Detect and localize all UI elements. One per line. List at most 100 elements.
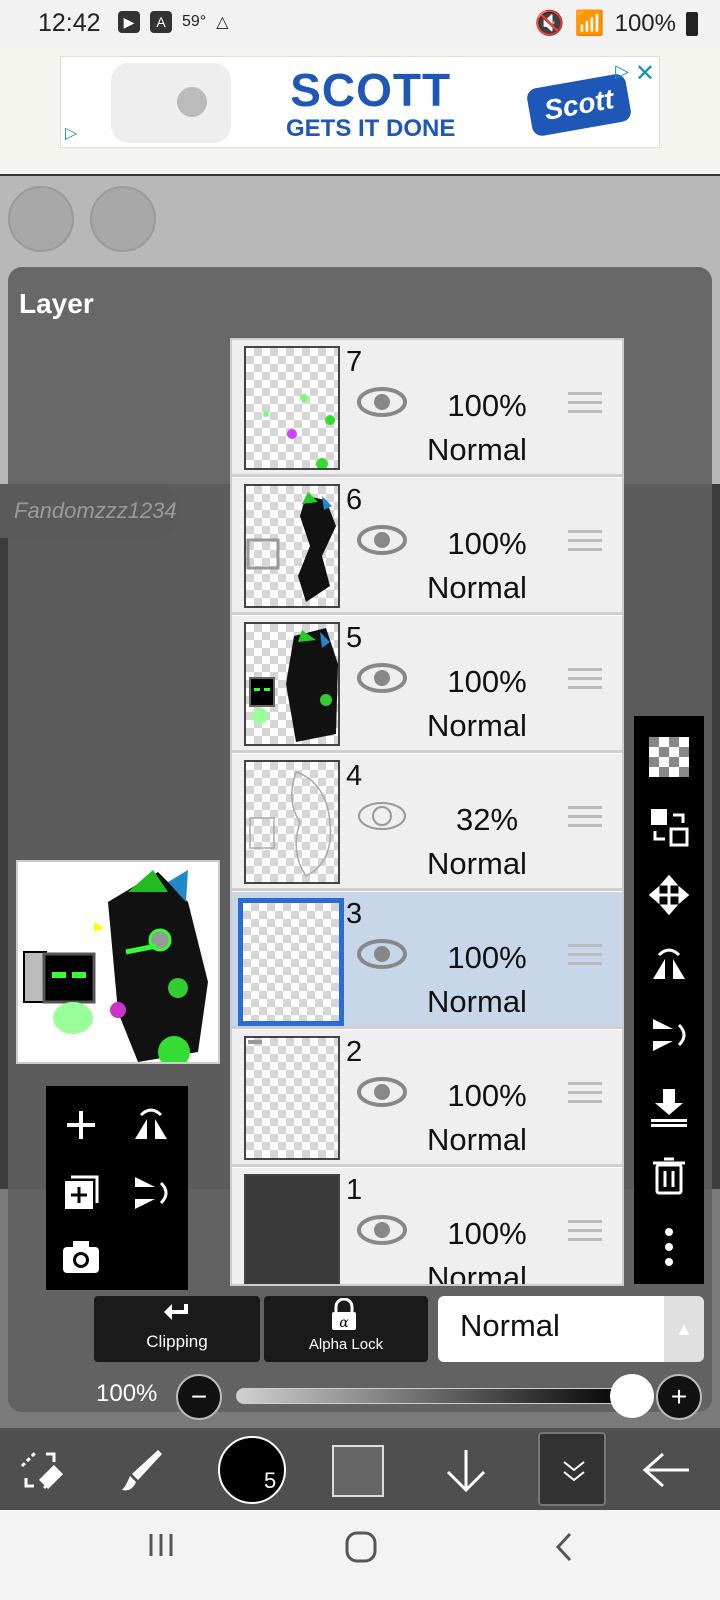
ad-banner[interactable]: SCOTT GETS IT DONE Scott ▷ ✕ ▷ [60, 56, 660, 148]
status-notification-icons: ▶ A 59° △ [118, 11, 229, 33]
eye-icon[interactable] [356, 938, 408, 975]
add-layer-icon[interactable] [56, 1100, 106, 1150]
eye-icon[interactable] [356, 524, 408, 561]
layer-opacity: 100% [447, 1078, 527, 1113]
drag-handle-icon[interactable] [568, 1220, 602, 1247]
transform-tool-icon[interactable] [10, 1440, 70, 1500]
ad-area: SCOTT GETS IT DONE Scott ▷ ✕ ▷ [0, 48, 720, 176]
eye-icon[interactable] [356, 386, 408, 423]
layer-blend-mode: Normal [427, 1260, 527, 1286]
drag-handle-icon[interactable] [568, 806, 602, 833]
canvas-preview[interactable] [16, 860, 220, 1064]
layer-number: 7 [346, 346, 363, 378]
chevron-up-icon[interactable]: ▲ [664, 1296, 704, 1362]
layer-number: 5 [346, 622, 363, 654]
layer-2-thumbnail-art [248, 1040, 262, 1044]
blend-mode-select[interactable]: Normal [438, 1296, 664, 1362]
home-icon[interactable] [344, 1530, 378, 1564]
system-nav-bar [0, 1510, 720, 1600]
status-time: 12:42 [38, 9, 101, 37]
layer-number: 1 [346, 1174, 363, 1206]
opacity-value: 100% [96, 1380, 158, 1407]
status-temp: 59° [182, 13, 207, 30]
flip-horizontal-icon[interactable] [644, 940, 694, 990]
layer-panel-title: Layer [19, 288, 94, 319]
youtube-icon: ▶ [118, 11, 140, 33]
layer-row[interactable]: 5 100% Normal [232, 616, 622, 753]
brush-size-value: 5 [264, 1468, 277, 1493]
lock-icon: α [332, 1298, 356, 1331]
arrow-down-icon[interactable] [436, 1440, 496, 1500]
layer-blend-mode: Normal [427, 708, 527, 743]
toilet-paper-image [111, 63, 231, 143]
flip-vertical-icon[interactable] [644, 1010, 694, 1060]
mute-icon: 🔇 [534, 10, 565, 37]
secondary-color-button[interactable] [332, 1445, 384, 1497]
eye-icon[interactable] [356, 1076, 408, 1113]
transfer-icon[interactable] [644, 802, 694, 852]
status-system-icons: 🔇 📶 100% [535, 9, 698, 38]
clipping-label: Clipping [146, 1332, 208, 1351]
brush-tool-icon[interactable] [112, 1440, 172, 1500]
eye-outline-icon[interactable] [356, 800, 408, 837]
opacity-increase-button[interactable]: + [656, 1374, 702, 1420]
layer-number: 3 [346, 898, 363, 930]
layer-thumbnail [244, 484, 340, 608]
checker-icon[interactable] [644, 732, 694, 782]
opacity-decrease-button[interactable]: − [176, 1374, 222, 1420]
layer-thumbnail [238, 898, 344, 1026]
recent-apps-icon[interactable] [146, 1530, 176, 1560]
layer-blend-mode: Normal [427, 570, 527, 605]
layers-list[interactable]: 7 100% Normal 6 100% Normal 5 100% Norma… [230, 338, 624, 1286]
redo-button[interactable] [90, 186, 156, 252]
layer-row[interactable]: 6 100% Normal [232, 478, 622, 615]
artwork-preview [18, 862, 218, 1062]
layer-panel-toggle-button[interactable] [538, 1432, 606, 1506]
move-icon[interactable] [644, 870, 694, 920]
rotate-layer-icon[interactable] [126, 1168, 176, 1218]
adchoices-icon[interactable]: ▷ [615, 61, 629, 82]
layer-blend-mode: Normal [427, 432, 527, 467]
merge-down-icon[interactable] [644, 1082, 694, 1132]
layer-thumbnail [244, 622, 340, 746]
layer-row[interactable]: 1 100% Normal [232, 1168, 622, 1286]
more-icon[interactable] [644, 1222, 694, 1272]
svg-text:α: α [339, 1315, 349, 1331]
layer-7-thumbnail-art [263, 394, 335, 470]
eye-icon[interactable] [356, 662, 408, 699]
drag-handle-icon[interactable] [568, 1082, 602, 1109]
eye-icon[interactable] [356, 1214, 408, 1251]
layer-4-thumbnail-art [249, 771, 332, 877]
app-icon: A [150, 11, 172, 33]
camera-icon[interactable] [56, 1232, 106, 1282]
layer-blend-mode: Normal [427, 1122, 527, 1157]
wifi-icon: 📶 [574, 10, 605, 37]
layer-blend-mode: Normal [427, 984, 527, 1019]
drag-handle-icon[interactable] [568, 944, 602, 971]
status-bar: 12:42 ▶ A 59° △ 🔇 📶 100% [0, 0, 720, 48]
trash-icon[interactable] [644, 1150, 694, 1200]
undo-button[interactable] [8, 186, 74, 252]
flip-layer-icon[interactable] [126, 1100, 176, 1150]
layer-row[interactable]: 7 100% Normal [232, 340, 622, 477]
ad-text: SCOTT GETS IT DONE [286, 67, 455, 141]
duplicate-layer-icon[interactable] [56, 1168, 106, 1218]
layer-thumbnail [244, 346, 340, 470]
layer-opacity: 100% [447, 388, 527, 423]
alpha-lock-button[interactable]: α Alpha Lock [264, 1296, 428, 1362]
layer-blend-mode: Normal [427, 846, 527, 881]
drag-handle-icon[interactable] [568, 392, 602, 419]
layer-thumbnail [244, 1174, 340, 1284]
layer-row-selected[interactable]: 3 100% Normal [232, 892, 622, 1029]
opacity-slider-knob[interactable] [610, 1374, 654, 1418]
layer-row[interactable]: 2 100% Normal [232, 1030, 622, 1167]
drag-handle-icon[interactable] [568, 668, 602, 695]
layer-thumbnail [244, 1036, 340, 1160]
close-ad-icon[interactable]: ✕ [635, 59, 655, 88]
layer-row[interactable]: 4 32% Normal [232, 754, 622, 891]
clipping-button[interactable]: Clipping [94, 1296, 260, 1362]
drag-handle-icon[interactable] [568, 530, 602, 557]
opacity-slider[interactable] [236, 1388, 632, 1404]
back-icon[interactable] [552, 1530, 576, 1564]
back-arrow-icon[interactable] [636, 1440, 696, 1500]
